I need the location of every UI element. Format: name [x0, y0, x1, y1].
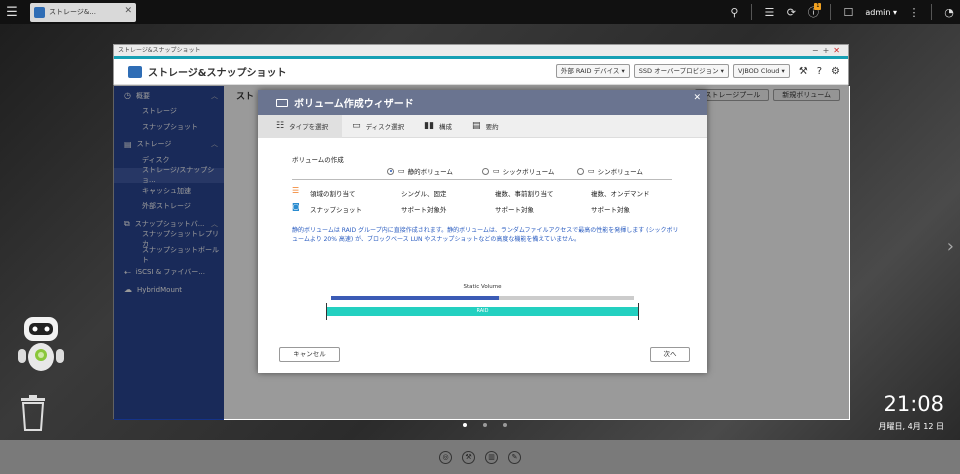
- dock-app-icon[interactable]: ◎: [439, 450, 452, 464]
- storage-app-icon: [34, 6, 45, 18]
- notification-icon[interactable]: ⓘ 1: [802, 0, 824, 24]
- step-summary: ▤ 要約: [472, 121, 499, 131]
- snapshot-static: サポート対象外: [401, 206, 447, 214]
- dock: ◎ ⚒ ▥ ✎: [0, 440, 960, 474]
- dialog-header: ボリューム作成ウィザード ✕: [258, 90, 707, 115]
- tools-icon[interactable]: ⚒: [799, 66, 808, 77]
- allocation-icon: ☰: [292, 186, 300, 195]
- snapshot-icon: ◙: [292, 202, 300, 211]
- top-bar: ☰ ストレージ&... ✕ ⚲ ☰ ⟳ ⓘ 1 ☐ admin ▾ ⋮ ◔: [0, 0, 960, 24]
- allocation-thin: 複数、オンデマンド: [591, 190, 650, 198]
- close-window-icon[interactable]: ✕: [833, 46, 844, 55]
- desktop-date: 月曜日, 4月 12 日: [878, 422, 944, 431]
- disk-icon: [276, 98, 288, 107]
- app-tab-label: ストレージ&...: [49, 8, 96, 16]
- external-raid-button[interactable]: 外部 RAID デバイス ▾: [555, 64, 630, 78]
- dock-edit-icon[interactable]: ✎: [508, 450, 521, 464]
- help-icon[interactable]: ?: [817, 66, 822, 77]
- allocation-static: シングル、固定: [401, 190, 447, 198]
- app-logo-icon: [128, 65, 142, 78]
- snapshot-thin: サポート対象: [591, 206, 630, 214]
- snapshot-thick: サポート対象: [495, 206, 534, 214]
- settings-icon[interactable]: ⚙: [831, 66, 840, 77]
- main-menu-icon[interactable]: ☰: [0, 0, 24, 24]
- config-icon: ▮▮: [424, 121, 435, 131]
- dock-tools-icon[interactable]: ⚒: [462, 450, 475, 464]
- page-dot[interactable]: [463, 423, 467, 427]
- dashboard-icon[interactable]: ◔: [938, 0, 960, 24]
- more-options-icon[interactable]: ⋮: [903, 0, 925, 24]
- ssd-overprovision-button[interactable]: SSD オーバープロビジョン ▾: [633, 64, 729, 78]
- dock-storage-icon[interactable]: ▥: [485, 450, 498, 464]
- volume-description: 静的ボリュームは RAID グループ内に直接作成されます。静的ボリュームは、ラン…: [292, 227, 679, 243]
- volume-diagram-label: Static Volume: [463, 284, 502, 290]
- next-button[interactable]: 次へ: [650, 347, 690, 362]
- thick-volume-radio[interactable]: ▭ シックボリューム: [482, 166, 554, 176]
- thin-volume-radio[interactable]: ▭ シンボリューム: [577, 166, 643, 176]
- trash-icon[interactable]: [19, 394, 47, 432]
- sync-icon[interactable]: ⟳: [780, 0, 802, 24]
- background-tasks-icon[interactable]: ☰: [758, 0, 780, 24]
- app-header: ストレージ&スナップショット 外部 RAID デバイス ▾ SSD オーバープロ…: [114, 59, 848, 85]
- summary-icon: ▤: [472, 121, 481, 131]
- close-tab-icon[interactable]: ✕: [124, 6, 132, 16]
- page-dot[interactable]: [503, 423, 507, 427]
- step-configure: ▮▮ 構成: [424, 121, 453, 131]
- close-dialog-icon[interactable]: ✕: [693, 93, 701, 103]
- assistant-robot-icon[interactable]: [16, 315, 66, 375]
- desktop-clock: 21:08: [883, 392, 944, 416]
- volume-free-bar: [499, 296, 634, 300]
- window-titlebar: ストレージ&スナップショット −+✕: [114, 45, 848, 56]
- create-volume-label: ボリュームの作成: [292, 156, 344, 164]
- app-tab[interactable]: ストレージ&... ✕: [30, 2, 136, 22]
- allocation-label: 領域の割り当て: [310, 190, 356, 198]
- window-title: ストレージ&スナップショット: [118, 47, 201, 54]
- step-select-type: ☷ タイプを選択: [258, 114, 343, 138]
- app-title: ストレージ&スナップショット: [148, 68, 287, 79]
- user-icon[interactable]: ☐: [837, 0, 859, 24]
- static-volume-radio[interactable]: ▭ 静的ボリューム: [387, 166, 453, 176]
- volume-wizard-dialog: ボリューム作成ウィザード ✕ ☷ タイプを選択 ▭ ディスク選択 ▮▮ 構成 ▤ 要約 …: [258, 90, 707, 373]
- step-select-disk: ▭ ディスク選択: [352, 121, 405, 131]
- volume-used-bar: [331, 296, 499, 300]
- wizard-steps: ☷ タイプを選択 ▭ ディスク選択 ▮▮ 構成 ▤ 要約: [258, 114, 707, 138]
- cancel-button[interactable]: キャンセル: [279, 347, 340, 362]
- minimize-icon[interactable]: −: [812, 46, 823, 55]
- disk-icon: ▭: [352, 121, 361, 131]
- allocation-thick: 複数、事前割り当て: [495, 190, 554, 198]
- page-dot[interactable]: [483, 423, 487, 427]
- raid-bar: RAID: [327, 307, 638, 316]
- desktop-page-dots: [455, 423, 515, 427]
- snapshot-label: スナップショット: [310, 206, 362, 214]
- admin-menu[interactable]: admin ▾: [865, 8, 897, 17]
- next-desktop-icon[interactable]: ›: [947, 236, 954, 257]
- vjbod-cloud-button[interactable]: VJBOD Cloud ▾: [732, 64, 790, 78]
- list-icon: ☷: [276, 121, 285, 131]
- notification-badge: 1: [814, 3, 822, 10]
- dialog-title: ボリューム作成ウィザード: [294, 99, 414, 110]
- search-icon[interactable]: ⚲: [723, 0, 745, 24]
- maximize-icon[interactable]: +: [823, 46, 834, 55]
